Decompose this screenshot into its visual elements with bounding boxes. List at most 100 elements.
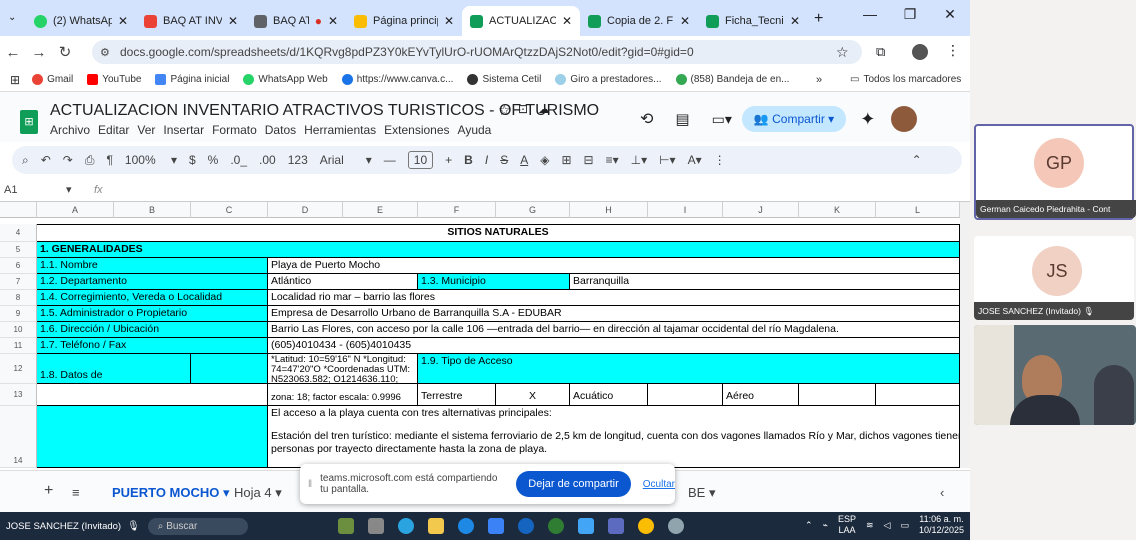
menu-datos[interactable]: Datos xyxy=(265,123,296,137)
access-type-cell[interactable]: Aéreo xyxy=(723,384,799,406)
empty-cell[interactable] xyxy=(799,384,876,406)
more-bookmarks-icon[interactable]: » xyxy=(816,74,822,86)
label-cell[interactable]: 1.2. Departamento xyxy=(37,274,268,290)
description-cell[interactable]: El acceso a la playa cuenta con tres alt… xyxy=(268,406,960,468)
column-header[interactable]: G xyxy=(496,202,570,218)
font-select[interactable]: Arial ▾ xyxy=(320,153,372,167)
menu-ayuda[interactable]: Ayuda xyxy=(458,123,492,137)
scroll-sheets-left-icon[interactable]: ‹ xyxy=(940,485,944,500)
redo-icon[interactable]: ↷ xyxy=(63,153,73,167)
taskbar-search[interactable]: ⌕ Buscar xyxy=(147,517,248,535)
close-window-icon[interactable]: ✕ xyxy=(930,6,970,23)
gemini-icon[interactable]: ✦ xyxy=(860,109,875,130)
undo-icon[interactable]: ↶ xyxy=(41,153,51,167)
site-info-icon[interactable]: ⚙ xyxy=(100,46,110,59)
hp-icon[interactable] xyxy=(517,518,534,534)
column-header[interactable]: F xyxy=(418,202,496,218)
label-cell[interactable]: 1.5. Administrador o Propietario xyxy=(37,306,268,322)
align-icon[interactable]: ≡▾ xyxy=(606,153,619,167)
column-header[interactable]: B xyxy=(114,202,191,218)
star-icon[interactable]: ☆ xyxy=(498,102,511,119)
bookmark-bandeja[interactable]: (858) Bandeja de en... xyxy=(675,74,789,85)
label-cell[interactable]: 1.4. Corregimiento, Vereda o Localidad xyxy=(37,290,268,306)
browser-tab[interactable]: Copia de 2. F ✕ xyxy=(580,6,698,36)
access-type-cell[interactable]: Acuático xyxy=(570,384,648,406)
wifi-icon[interactable]: ≋ xyxy=(866,520,874,531)
reload-icon[interactable]: ↻ xyxy=(52,43,78,61)
column-header[interactable]: H xyxy=(570,202,648,218)
value-cell[interactable]: Atlántico xyxy=(268,274,418,290)
participant-tile[interactable]: GP German Caicedo Piedrahita - Cont xyxy=(974,124,1136,220)
sheet-tab-active[interactable]: PUERTO MOCHO ▾ xyxy=(112,485,230,501)
network-icon[interactable]: ⌁ xyxy=(823,520,828,531)
share-button[interactable]: 👥 Compartir ▾ xyxy=(741,106,847,132)
bookmark-gmail[interactable]: Gmail xyxy=(32,74,73,85)
row-header[interactable]: 7 xyxy=(0,274,37,290)
history-icon[interactable]: ⟲ xyxy=(640,109,653,129)
search-menus-icon[interactable]: ⌕ xyxy=(22,153,29,168)
file-explorer-icon[interactable] xyxy=(427,518,444,534)
row-header[interactable]: 6 xyxy=(0,258,37,274)
browser-tab[interactable]: Página princip ✕ xyxy=(346,6,462,36)
row-header[interactable]: 9 xyxy=(0,306,37,322)
close-icon[interactable]: ✕ xyxy=(118,14,128,28)
paint-format-icon[interactable]: ¶ xyxy=(106,153,112,167)
teams-icon[interactable] xyxy=(607,518,624,534)
section-header-cell[interactable]: 1. GENERALIDADES xyxy=(37,242,960,258)
new-tab-button[interactable]: + xyxy=(814,10,823,28)
print-icon[interactable]: ⎙ xyxy=(85,153,95,168)
browser-tab[interactable]: BAQ AT IN●✕ xyxy=(246,6,346,36)
move-folder-icon[interactable]: ⊡ xyxy=(518,102,528,116)
value-cell[interactable]: Playa de Puerto Mocho xyxy=(268,258,960,274)
label-cell[interactable]: 1.1. Nombre xyxy=(37,258,268,274)
menu-icon[interactable]: ⋮ xyxy=(946,42,960,59)
widgets-icon[interactable] xyxy=(337,518,354,534)
extensions-icon[interactable]: ⧉ xyxy=(876,44,885,60)
edge-browser-icon[interactable] xyxy=(457,518,474,534)
browser-tab-active[interactable]: ACTUALIZACI ✕ xyxy=(462,6,580,36)
close-icon[interactable]: ✕ xyxy=(444,14,454,28)
bookmark-sistema-cetil[interactable]: Sistema Cetil xyxy=(467,74,541,85)
column-header[interactable]: E xyxy=(343,202,418,218)
bookmark-whatsapp-web[interactable]: WhatsApp Web xyxy=(243,74,328,85)
label-cell[interactable]: 1.7. Teléfono / Fax xyxy=(37,338,268,354)
close-icon[interactable]: ✕ xyxy=(680,14,690,28)
name-box[interactable]: A1 xyxy=(4,184,17,196)
spacer-cell[interactable] xyxy=(191,354,268,384)
close-icon[interactable]: ✕ xyxy=(328,14,338,28)
coordinates-cell[interactable]: *Latitud: 10=59'16" N *Longitud: 74=47'2… xyxy=(268,354,418,384)
value-cell[interactable]: Barranquilla xyxy=(570,274,960,290)
row-header[interactable]: 10 xyxy=(0,322,37,338)
label-cell[interactable]: 1.3. Municipio xyxy=(418,274,570,290)
sheets-logo-icon[interactable]: ⊞ xyxy=(20,110,38,134)
language-indicator[interactable]: ESP LAA xyxy=(838,514,856,536)
row-header[interactable]: 13 xyxy=(0,384,37,406)
menu-archivo[interactable]: Archivo xyxy=(50,123,90,137)
column-header[interactable]: L xyxy=(876,202,960,218)
task-view-icon[interactable] xyxy=(367,518,384,534)
restore-icon[interactable]: ❐ xyxy=(890,6,930,23)
menu-herramientas[interactable]: Herramientas xyxy=(304,123,376,137)
photos-icon[interactable] xyxy=(577,518,594,534)
formula-input[interactable] xyxy=(110,180,960,202)
chevron-down-icon[interactable]: ▾ xyxy=(66,183,72,196)
italic-icon[interactable]: I xyxy=(485,153,488,167)
browser-tab[interactable]: (2) WhatsApp✕ xyxy=(26,6,136,36)
clock[interactable]: 11:06 a. m. 10/12/2025 xyxy=(919,514,964,536)
vertical-align-icon[interactable]: ⊥▾ xyxy=(631,153,647,167)
more-options-icon[interactable]: ⋮ xyxy=(714,153,726,167)
value-cell[interactable]: Barrio Las Flores, con acceso por la cal… xyxy=(268,322,960,338)
section-title-cell[interactable]: SITIOS NATURALES xyxy=(37,224,960,242)
increase-decimal-button[interactable]: .00 xyxy=(259,153,276,167)
column-header[interactable]: J xyxy=(723,202,799,218)
profile-icon[interactable] xyxy=(912,44,928,60)
all-bookmarks[interactable]: ▭ Todos los marcadores xyxy=(850,74,961,85)
bookmark-pagina-inicial[interactable]: Página inicial xyxy=(155,74,229,85)
tab-search-chevron-icon[interactable]: ⌄ xyxy=(8,12,16,23)
close-icon[interactable]: ✕ xyxy=(562,14,572,28)
close-icon[interactable]: ✕ xyxy=(790,14,800,28)
decrease-decimal-button[interactable]: .0_ xyxy=(230,153,247,167)
rotate-text-icon[interactable]: A▾ xyxy=(688,153,702,167)
label-cell[interactable] xyxy=(37,406,268,468)
url-input[interactable]: ⚙ docs.google.com/spreadsheets/d/1KQRvg8… xyxy=(92,40,862,64)
